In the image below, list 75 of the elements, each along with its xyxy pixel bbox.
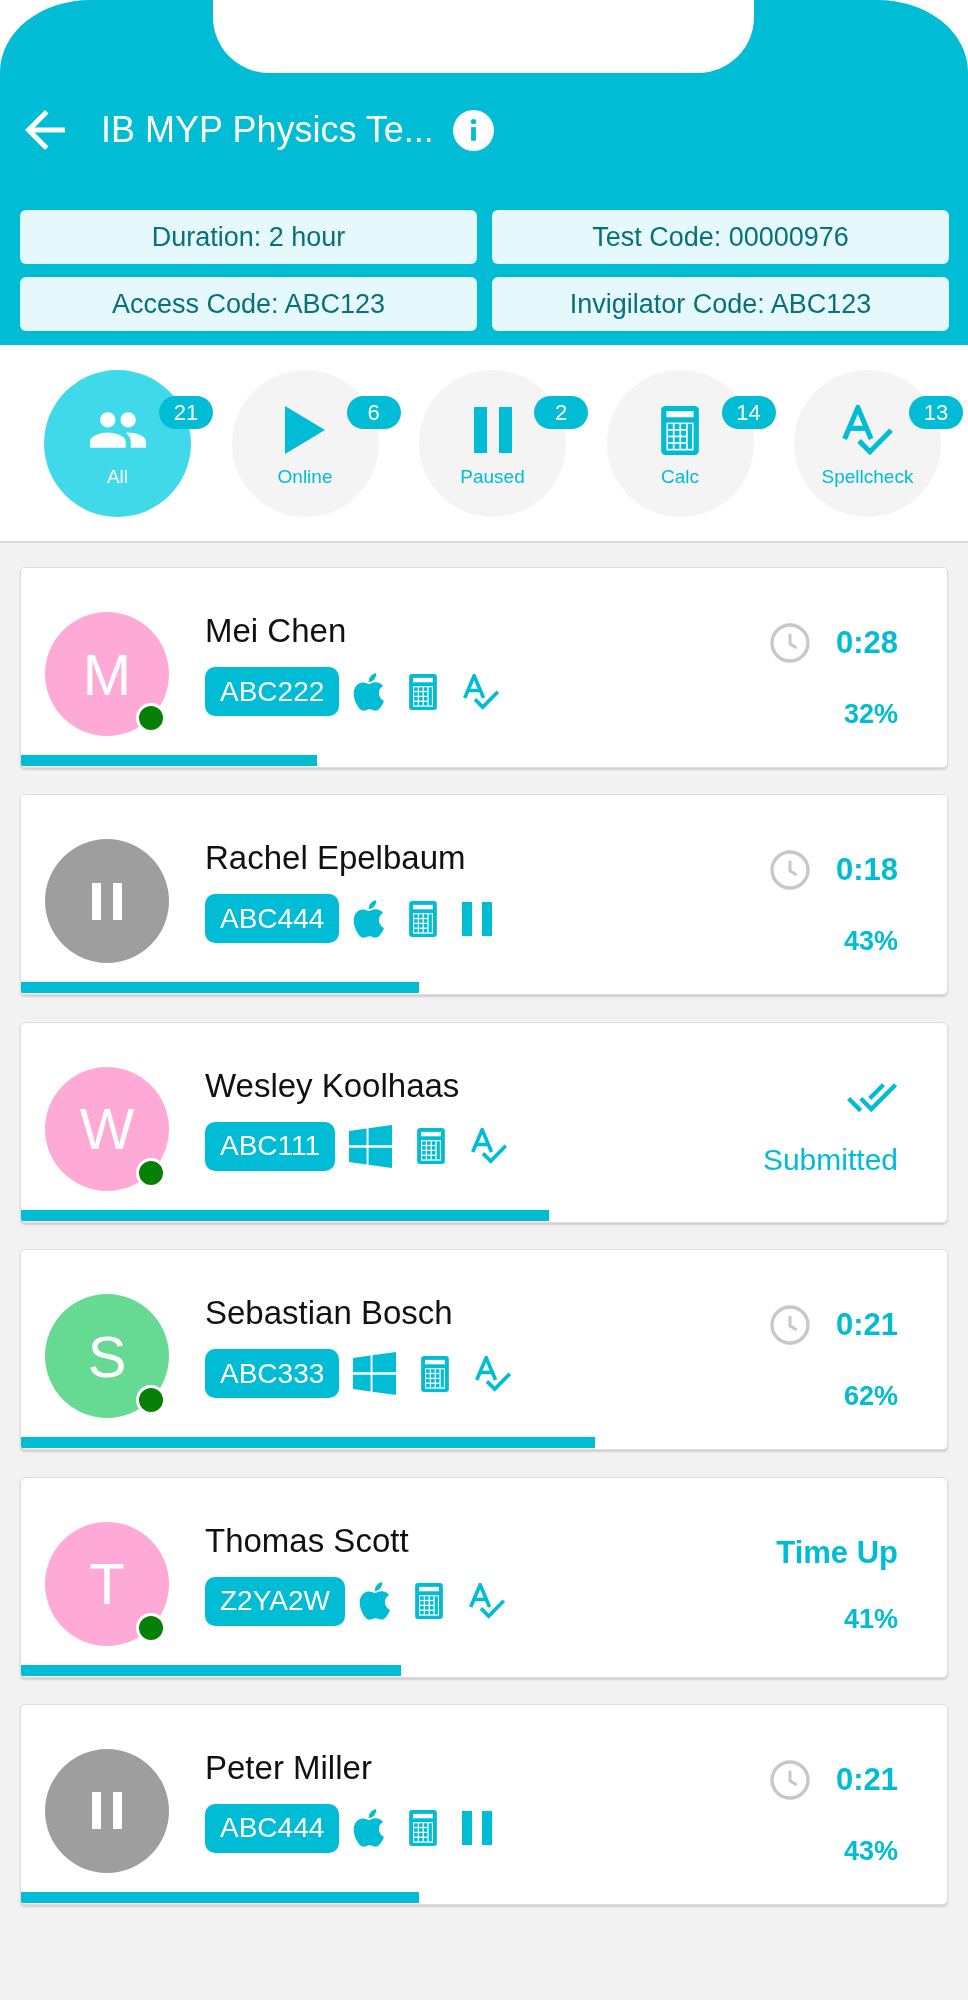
access-code-tag: ABC222: [205, 667, 340, 716]
calculator-icon: [661, 405, 699, 455]
count-badge: 13: [909, 396, 963, 429]
info-icon[interactable]: [452, 109, 494, 151]
count-badge: 2: [534, 396, 588, 429]
progress-percent: 32%: [843, 698, 898, 731]
student-name: Sebastian Bosch: [205, 1294, 453, 1333]
student-name: Thomas Scott: [205, 1521, 409, 1560]
clock-icon: [769, 850, 810, 891]
spellcheck-icon: [470, 1128, 509, 1165]
student-name: Mei Chen: [205, 612, 347, 650]
initial-avatar: M: [45, 612, 169, 736]
calculator-icon: [421, 1355, 450, 1392]
info-chip: Test Code: 00000976: [492, 210, 949, 264]
student-card[interactable]: Rachel Epelbaum ABC444 0:18 43%: [20, 794, 948, 996]
pause-icon: [473, 407, 512, 453]
pause-icon: [462, 901, 493, 936]
submitted-status: Submitted: [762, 1141, 898, 1178]
page-title: IB MYP Physics Te...: [101, 109, 434, 151]
spellcheck-icon: [841, 404, 894, 456]
count-badge: 6: [346, 396, 401, 429]
access-code-tag: ABC444: [205, 894, 340, 944]
info-chip: Duration: 2 hour: [20, 210, 477, 264]
time-remaining: 0:28: [835, 625, 898, 661]
calculator-icon: [409, 673, 438, 710]
count-badge: 21: [159, 396, 213, 429]
pause-icon: [462, 1811, 493, 1846]
progress-percent: 41%: [843, 1602, 898, 1636]
apple-icon: [353, 899, 385, 938]
progress-percent: 43%: [843, 1834, 898, 1868]
calculator-icon: [409, 1810, 438, 1847]
student-name: Rachel Epelbaum: [205, 839, 466, 878]
apple-icon: [353, 1809, 385, 1848]
time-remaining: 0:21: [835, 1307, 898, 1344]
access-code-tag: ABC333: [205, 1349, 340, 1399]
access-code-tag: ABC111: [205, 1121, 336, 1171]
student-card[interactable]: W Wesley Koolhaas ABC111 Submitted: [20, 1021, 948, 1223]
people-icon: [89, 412, 146, 448]
back-arrow-icon[interactable]: [25, 110, 65, 150]
student-card[interactable]: T Thomas Scott Z2YA2W Time Up 41%: [20, 1476, 948, 1678]
student-name: Wesley Koolhaas: [205, 1066, 460, 1105]
time-up-status: Time Up: [776, 1534, 898, 1571]
play-icon: [285, 406, 325, 454]
time-remaining: 0:21: [835, 1761, 898, 1798]
clock-icon: [769, 1759, 810, 1800]
student-card[interactable]: Peter Miller ABC444 0:21 43%: [20, 1703, 948, 1905]
spellcheck-icon: [474, 1355, 513, 1392]
access-code-tag: ABC444: [205, 1803, 340, 1853]
clock-icon: [769, 1305, 810, 1346]
info-chip: Invigilator Code: ABC123: [492, 277, 949, 331]
calculator-icon: [409, 900, 438, 937]
student-card[interactable]: M Mei Chen ABC222 0:28 32%: [20, 567, 948, 768]
count-badge: 14: [721, 396, 776, 429]
spellcheck-icon: [467, 1583, 506, 1620]
student-card[interactable]: S Sebastian Bosch ABC333 0:21 62%: [20, 1249, 948, 1451]
pause-icon: [92, 1792, 122, 1830]
calculator-icon: [417, 1128, 446, 1165]
windows-icon: [353, 1352, 397, 1396]
apple-icon: [358, 1582, 390, 1621]
pause-icon: [92, 882, 122, 920]
info-chip: Access Code: ABC123: [20, 277, 477, 331]
initial-avatar: T: [45, 1521, 169, 1646]
calculator-icon: [414, 1583, 443, 1620]
student-name: Peter Miller: [205, 1748, 372, 1787]
apple-icon: [353, 672, 385, 711]
initial-avatar: S: [45, 1294, 169, 1419]
windows-icon: [349, 1124, 393, 1168]
time-remaining: 0:18: [835, 852, 898, 889]
clock-icon: [769, 623, 810, 663]
spellcheck-icon: [462, 673, 501, 710]
double-check-icon: [846, 1082, 898, 1114]
initial-avatar: W: [45, 1066, 169, 1191]
access-code-tag: Z2YA2W: [205, 1576, 345, 1626]
progress-percent: 43%: [843, 925, 898, 959]
progress-percent: 62%: [843, 1380, 898, 1414]
